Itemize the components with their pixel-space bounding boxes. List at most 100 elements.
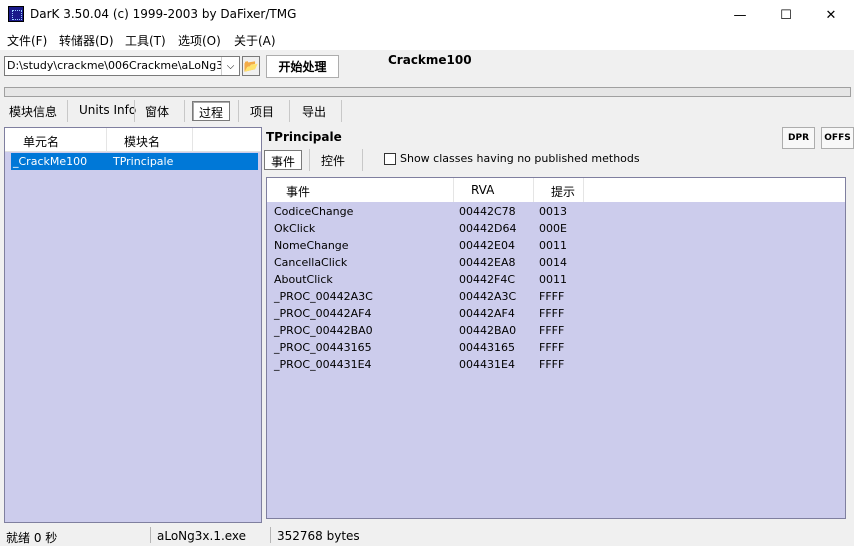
status-divider	[150, 527, 151, 543]
menu-file[interactable]: 文件(F)	[7, 32, 47, 49]
tab-units-info[interactable]: Units Info	[73, 101, 142, 121]
method-name-cell: _PROC_00442BA0	[274, 324, 373, 337]
method-rva-cell: 00442EA8	[459, 256, 516, 269]
methods-list-header: 事件 RVA 提示	[267, 178, 845, 202]
table-row[interactable]: _PROC_004431E4 004431E4 FFFF	[267, 356, 845, 373]
method-hint-cell: 0011	[539, 239, 567, 252]
column-hint[interactable]: 提示	[551, 183, 575, 200]
table-row[interactable]: _PROC_00442AF4 00442AF4 FFFF	[267, 305, 845, 322]
method-hint-cell: FFFF	[539, 324, 565, 337]
method-name-cell: _PROC_00443165	[274, 341, 372, 354]
column-divider[interactable]	[106, 128, 107, 152]
close-button[interactable]: ✕	[808, 0, 854, 30]
tab-divider	[134, 100, 135, 122]
menu-options[interactable]: 选项(O)	[178, 32, 221, 49]
status-bar: 就绪 0 秒 aLoNg3x.1.exe 352768 bytes	[0, 527, 854, 545]
method-rva-cell: 00442D64	[459, 222, 517, 235]
tab-controls[interactable]: 控件	[315, 150, 351, 170]
list-item[interactable]: _CrackMe100 TPrincipale	[11, 153, 258, 170]
method-rva-cell: 00443165	[459, 341, 515, 354]
menu-about[interactable]: 关于(A)	[234, 32, 276, 49]
menu-bar: 文件(F) 转储器(D) 工具(T) 选项(O) 关于(A)	[0, 30, 854, 50]
tab-divider	[362, 149, 363, 171]
folder-open-icon[interactable]: 📂	[242, 56, 260, 76]
table-row[interactable]: CancellaClick 00442EA8 0014	[267, 254, 845, 271]
method-rva-cell: 00442A3C	[459, 290, 517, 303]
tab-exports[interactable]: 导出	[296, 101, 332, 121]
column-unit-name[interactable]: 单元名	[23, 133, 59, 150]
methods-list[interactable]: 事件 RVA 提示 CodiceChange 00442C78 0013 OkClic…	[266, 177, 846, 519]
tab-divider	[341, 100, 342, 122]
method-hint-cell: FFFF	[539, 358, 565, 371]
file-path-value[interactable]: D:\study\crackme\006Crackme\aLoNg3x.1.ex…	[7, 59, 221, 72]
column-divider[interactable]	[533, 178, 534, 202]
method-name-cell: CancellaClick	[274, 256, 348, 269]
tab-project[interactable]: 项目	[244, 101, 280, 121]
column-module-name[interactable]: 模块名	[124, 133, 160, 150]
class-name-label: TPrincipale	[266, 130, 342, 144]
status-ready: 就绪 0 秒	[6, 531, 58, 545]
window-title: DarK 3.50.04 (c) 1999-2003 by DaFixer/TM…	[30, 7, 297, 21]
dpr-button[interactable]: DPR	[782, 127, 815, 149]
start-process-button[interactable]: 开始处理	[266, 55, 339, 78]
menu-dumper[interactable]: 转储器(D)	[59, 32, 114, 49]
tab-divider	[238, 100, 239, 122]
table-row[interactable]: CodiceChange 00442C78 0013	[267, 203, 845, 220]
unit-name-cell: _CrackMe100	[13, 155, 88, 168]
method-name-cell: AboutClick	[274, 273, 333, 286]
tab-divider	[184, 100, 185, 122]
tab-forms[interactable]: 窗体	[139, 101, 175, 121]
status-file: aLoNg3x.1.exe	[157, 529, 247, 543]
method-hint-cell: 000E	[539, 222, 567, 235]
units-list[interactable]: 单元名 模块名 _CrackMe100 TPrincipale	[4, 127, 262, 523]
module-name-cell: TPrincipale	[113, 155, 174, 168]
target-title: Crackme100	[388, 53, 472, 67]
tab-divider	[289, 100, 290, 122]
tab-divider	[67, 100, 68, 122]
status-size: 352768 bytes	[277, 529, 360, 543]
table-row[interactable]: NomeChange 00442E04 0011	[267, 237, 845, 254]
column-divider[interactable]	[583, 178, 584, 202]
method-name-cell: _PROC_004431E4	[274, 358, 372, 371]
method-hint-cell: FFFF	[539, 307, 565, 320]
method-hint-cell: 0014	[539, 256, 567, 269]
method-rva-cell: 00442BA0	[459, 324, 517, 337]
tab-procedures[interactable]: 过程	[192, 101, 231, 121]
menu-tools[interactable]: 工具(T)	[125, 32, 166, 49]
tab-module-info[interactable]: 模块信息	[3, 101, 63, 121]
tab-divider	[309, 149, 310, 171]
minimize-button[interactable]: —	[717, 0, 763, 30]
chevron-down-icon[interactable]: ⌵	[221, 57, 239, 75]
method-rva-cell: 00442F4C	[459, 273, 515, 286]
method-hint-cell: FFFF	[539, 341, 565, 354]
column-event[interactable]: 事件	[286, 183, 310, 200]
method-name-cell: NomeChange	[274, 239, 349, 252]
checkbox-box[interactable]	[384, 152, 396, 165]
column-divider[interactable]	[453, 178, 454, 202]
maximize-button[interactable]: ☐	[763, 0, 809, 30]
table-row[interactable]: _PROC_00442A3C 00442A3C FFFF	[267, 288, 845, 305]
tab-events[interactable]: 事件	[264, 150, 303, 170]
table-row[interactable]: AboutClick 00442F4C 0011	[267, 271, 845, 288]
progress-bar	[4, 87, 851, 97]
column-rva[interactable]: RVA	[471, 183, 494, 197]
table-row[interactable]: _PROC_00442BA0 00442BA0 FFFF	[267, 322, 845, 339]
dark-app-icon	[8, 6, 24, 22]
table-row[interactable]: OkClick 00442D64 000E	[267, 220, 845, 237]
file-path-combobox[interactable]: D:\study\crackme\006Crackme\aLoNg3x.1.ex…	[4, 56, 240, 76]
table-row[interactable]: _PROC_00443165 00443165 FFFF	[267, 339, 845, 356]
method-rva-cell: 00442C78	[459, 205, 516, 218]
method-name-cell: _PROC_00442A3C	[274, 290, 373, 303]
method-name-cell: CodiceChange	[274, 205, 354, 218]
method-rva-cell: 004431E4	[459, 358, 515, 371]
show-classes-label: Show classes having no published methods	[400, 152, 640, 165]
offs-button[interactable]: OFFS	[821, 127, 854, 149]
method-name-cell: _PROC_00442AF4	[274, 307, 372, 320]
method-rva-cell: 00442E04	[459, 239, 515, 252]
units-list-header: 单元名 模块名	[5, 128, 261, 152]
show-classes-checkbox[interactable]: Show classes having no published methods	[384, 152, 640, 165]
method-hint-cell: 0011	[539, 273, 567, 286]
column-divider[interactable]	[192, 128, 193, 152]
method-hint-cell: FFFF	[539, 290, 565, 303]
status-divider	[270, 527, 271, 543]
